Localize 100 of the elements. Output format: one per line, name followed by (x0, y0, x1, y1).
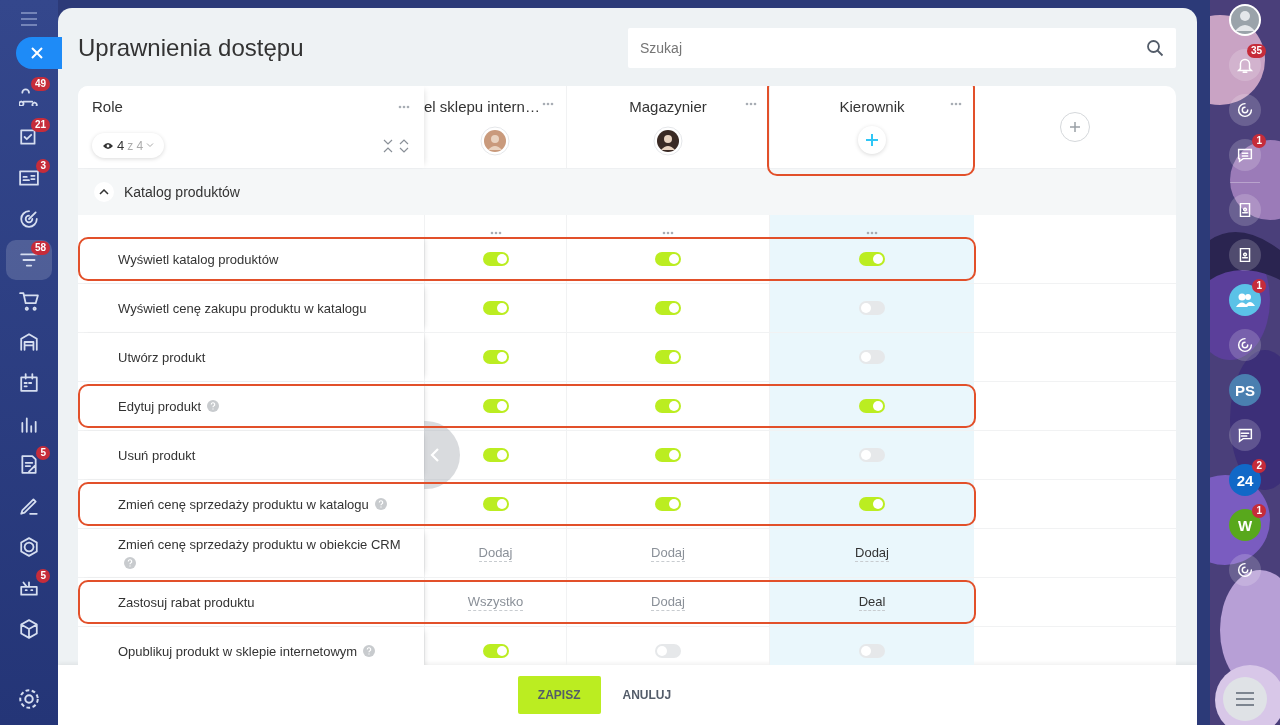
cart-icon (19, 291, 39, 311)
section-title: Katalog produktów (124, 184, 240, 200)
sidebar-item[interactable]: 5 (6, 445, 52, 485)
toggle-switch[interactable] (859, 399, 885, 413)
access-level-link[interactable]: Dodaj (651, 544, 685, 562)
sidebar-item[interactable]: 5 (6, 568, 52, 608)
help-icon[interactable] (363, 644, 376, 657)
contact-icon[interactable] (1229, 239, 1261, 271)
spiral-icon[interactable] (1229, 329, 1261, 361)
sidebar-item[interactable]: 21 (6, 117, 52, 157)
toggle-switch[interactable] (482, 644, 509, 658)
count-badge: 3 (36, 159, 50, 173)
toggle-switch[interactable] (655, 497, 681, 511)
more-icon[interactable] (662, 231, 674, 235)
permission-label: Zmień cenę sprzedaży produktu w obiekcie CRM (118, 536, 401, 552)
spiral-icon[interactable] (1229, 94, 1261, 126)
chevron-down-icon (146, 143, 155, 148)
toggle-switch[interactable] (859, 448, 885, 462)
close-icon (31, 47, 43, 59)
sidebar-item[interactable]: 49 (6, 76, 52, 116)
toggle-switch[interactable] (859, 497, 885, 511)
toggle-switch[interactable] (655, 301, 681, 315)
permission-label: Zmień cenę sprzedaży produktu w katalogu (118, 496, 369, 512)
count-badge: 5 (36, 569, 50, 583)
cancel-button[interactable]: ANULUJ (616, 687, 678, 703)
toggle-switch[interactable] (859, 644, 885, 658)
pen-icon (19, 496, 39, 516)
more-icon[interactable] (398, 104, 410, 109)
toggle-switch[interactable] (655, 350, 681, 364)
permission-label: Edytuj produkt (118, 398, 202, 414)
sidebar-item[interactable]: 58 (6, 240, 52, 280)
user-avatar[interactable] (1228, 3, 1262, 37)
access-level-link[interactable]: Dodaj (478, 544, 513, 562)
add-user-button[interactable] (858, 126, 886, 154)
settings-icon[interactable] (19, 689, 39, 709)
roles-filter[interactable]: 4 z 4 (92, 133, 165, 158)
collapse-expand-icon[interactable] (382, 138, 410, 153)
help-icon[interactable] (207, 399, 220, 412)
contact-icon[interactable] (1229, 194, 1261, 226)
toggle-switch[interactable] (859, 301, 885, 315)
toggle-switch[interactable] (482, 301, 509, 315)
count-badge: 49 (30, 77, 50, 91)
toggle-switch[interactable] (482, 350, 509, 364)
more-icon[interactable] (866, 231, 878, 235)
chevron-up-icon (99, 189, 109, 195)
plus-icon (865, 133, 879, 147)
toggle-switch[interactable] (482, 497, 509, 511)
access-level-link[interactable]: Wszystko (467, 593, 524, 611)
more-icon[interactable] (489, 231, 502, 235)
message-icon[interactable] (1229, 419, 1261, 451)
more-icon[interactable] (950, 102, 962, 106)
save-button[interactable]: ZAPISZ (517, 676, 601, 714)
toggle-switch[interactable] (655, 644, 681, 658)
access-level-link[interactable]: Dodaj (651, 593, 685, 611)
spiral-icon[interactable] (1229, 554, 1261, 586)
permission-label: Wyświetl cenę zakupu produktu w katalogu (118, 300, 367, 316)
more-icon[interactable] (542, 102, 554, 106)
column-heading: Role (92, 98, 123, 115)
count-badge: 21 (30, 118, 50, 132)
role-name: el sklepu intern… (424, 98, 540, 115)
collapse-button[interactable] (94, 182, 114, 202)
toggle-switch[interactable] (655, 448, 681, 462)
toggle-switch[interactable] (859, 252, 885, 266)
menu-icon[interactable] (21, 12, 37, 26)
permission-label: Usuń produkt (118, 447, 196, 463)
box-icon (19, 619, 39, 639)
toggle-switch[interactable] (482, 448, 509, 462)
user-avatar[interactable] (653, 126, 683, 156)
hexagon-icon (19, 537, 39, 557)
target-icon (19, 209, 39, 229)
permission-label: Zastosuj rabat produktu (118, 594, 255, 610)
doc-icon (19, 455, 39, 475)
menu-icon (1235, 692, 1255, 706)
count-badge: 58 (30, 241, 50, 255)
access-level-link[interactable]: Deal (858, 593, 886, 611)
scroll-left-button[interactable] (424, 421, 460, 489)
permission-label: Wyświetl katalog produktów (118, 251, 279, 267)
help-icon[interactable] (124, 556, 136, 569)
count-badge: 5 (36, 446, 50, 460)
toggle-switch[interactable] (655, 399, 681, 413)
close-button[interactable] (16, 37, 62, 69)
toggle-switch[interactable] (859, 350, 885, 364)
access-level-link[interactable]: Dodaj (855, 544, 889, 562)
toggle-switch[interactable] (482, 399, 509, 413)
warehouse-icon (19, 332, 39, 352)
sidebar-item[interactable]: 3 (6, 158, 52, 198)
permission-label: Opublikuj produkt w sklepie internetowym (118, 643, 358, 659)
toggle-switch[interactable] (482, 252, 509, 266)
permission-label: Utwórz produkt (118, 349, 206, 365)
add-role-button[interactable] (1060, 112, 1090, 142)
chevron-left-icon (430, 447, 440, 463)
calendar-icon (19, 373, 39, 393)
search-field[interactable]: Szukaj (628, 28, 1176, 68)
window-title: Uprawnienia dostępu (78, 34, 304, 62)
plus-icon (1069, 121, 1081, 133)
search-icon[interactable] (1146, 39, 1164, 57)
more-icon[interactable] (745, 102, 757, 106)
help-icon[interactable] (374, 497, 387, 510)
toggle-switch[interactable] (655, 252, 681, 266)
contacts-icon (19, 168, 39, 188)
